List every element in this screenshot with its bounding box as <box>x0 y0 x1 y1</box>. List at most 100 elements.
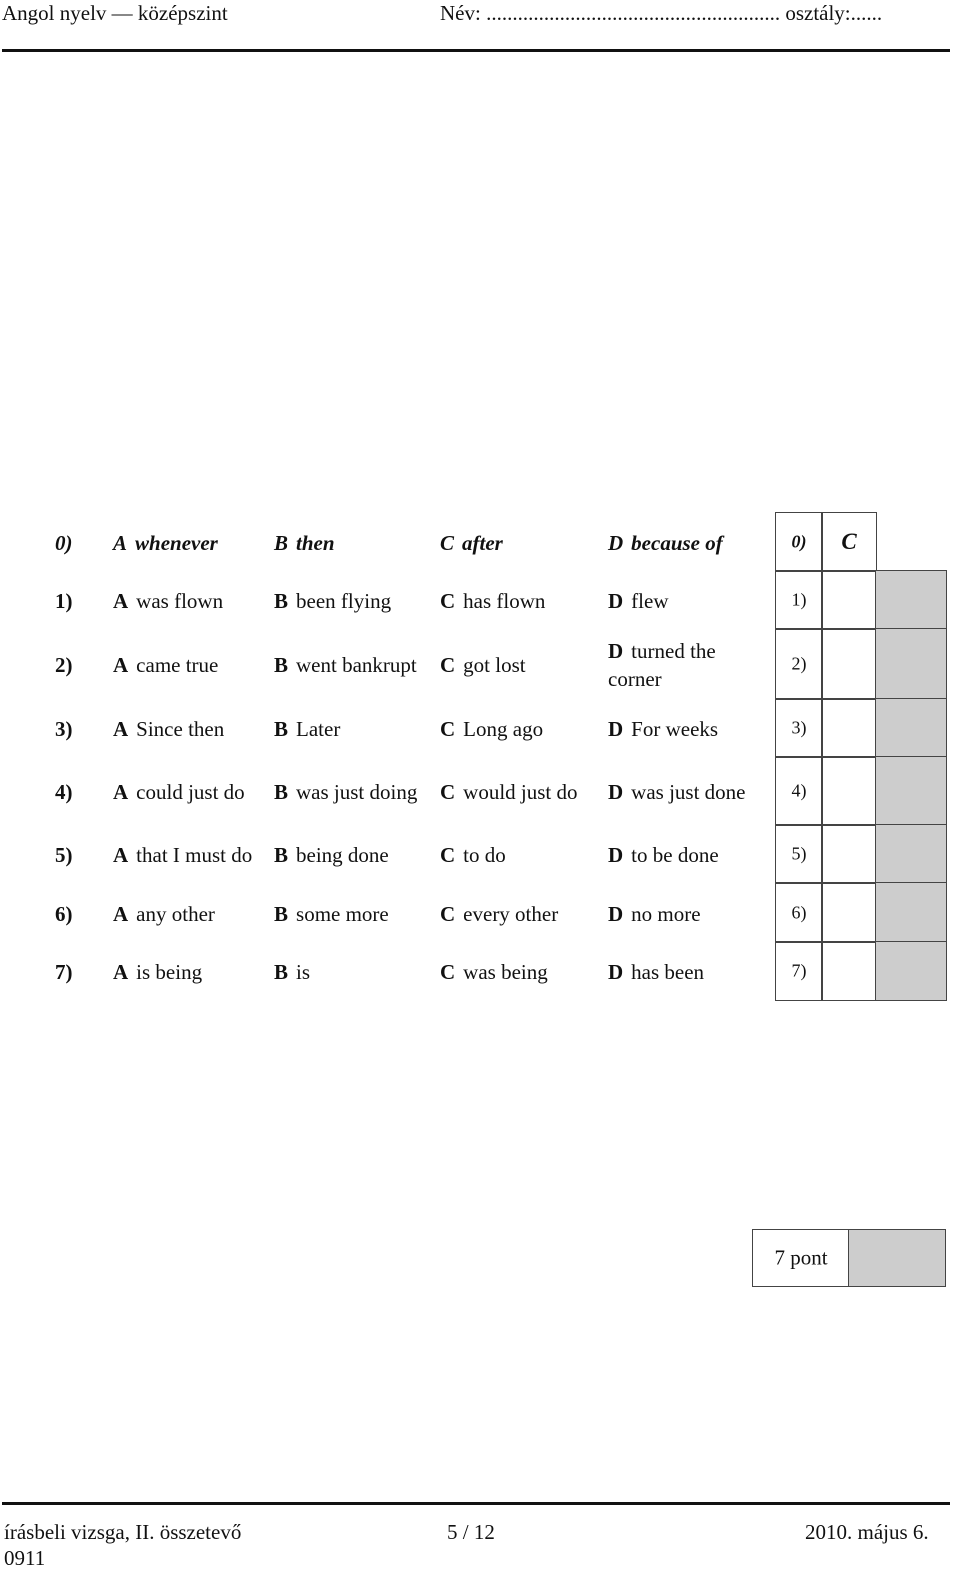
option-text: For weeks <box>631 717 719 741</box>
option-letter: B <box>274 531 289 555</box>
option-d: Dflew <box>608 587 768 615</box>
option-d: Dbecause of <box>608 529 768 557</box>
option-letter: B <box>274 653 289 677</box>
option-a: Ais being <box>113 958 263 986</box>
grid-label: 5) <box>791 843 807 864</box>
grid-label-cell: 3) <box>775 698 823 758</box>
option-b: Bbeen flying <box>274 587 434 615</box>
question-row: 6) Aany other Bsome more Cevery other Dno mo… <box>0 884 780 943</box>
option-text: Since then <box>136 717 225 741</box>
option-text: that I must do <box>136 843 253 867</box>
option-letter: A <box>113 653 129 677</box>
option-letter: B <box>274 780 289 804</box>
question-row: 3) A Since then B Later C Long ago D For weeks <box>0 700 780 758</box>
option-b: Bthen <box>274 529 434 557</box>
option-a: Awas flown <box>113 587 263 615</box>
option-c: Cgot lost <box>440 651 600 679</box>
grid-label: 4) <box>791 780 807 801</box>
exam-date: 2010. május 6. <box>805 1520 929 1544</box>
header-divider <box>2 49 950 52</box>
grader-cell <box>875 756 947 826</box>
option-text: some more <box>296 901 389 926</box>
option-letter: B <box>274 843 289 867</box>
option-d: D For weeks <box>608 715 768 743</box>
grid-label-cell: 4) <box>775 756 823 826</box>
option-b: Bbeing done <box>274 841 434 869</box>
option-b: Bis <box>274 958 434 986</box>
option-a: A Since then <box>113 715 263 743</box>
option-text: because of <box>631 531 723 555</box>
question-row: 5) Athat I must do Bbeing done Cto do Dto be… <box>0 826 780 884</box>
grid-label: 6) <box>791 902 807 922</box>
grid-label-cell: 5) <box>775 824 823 884</box>
answer-cell[interactable] <box>821 756 877 826</box>
option-letter: D <box>608 717 624 741</box>
answer-value: C <box>841 529 857 554</box>
option-a: Acould just do <box>113 778 263 806</box>
option-c: Cwould just do <box>440 778 600 806</box>
grid-label: 2) <box>791 653 807 674</box>
page-number: 5 / 12 <box>447 1520 495 1544</box>
option-text: been flying <box>296 589 392 613</box>
option-b: Bwent bankrupt <box>274 651 434 679</box>
answer-cell[interactable] <box>821 570 877 630</box>
subject-title: Angol nyelv — középszint <box>2 1 228 25</box>
option-c: C Long ago <box>440 715 600 743</box>
option-text: went bankrupt <box>296 653 417 677</box>
option-letter: B <box>274 589 289 613</box>
option-text: was just doing <box>296 780 418 804</box>
option-d: Dturned the corner <box>608 637 768 693</box>
grid-label-cell: 0) <box>775 512 823 572</box>
option-letter: D <box>608 901 624 926</box>
option-letter: A <box>113 531 128 555</box>
answer-cell[interactable] <box>821 941 877 1001</box>
option-text: is being <box>136 960 203 984</box>
option-letter: A <box>113 960 129 984</box>
question-number: 6) <box>55 901 73 926</box>
option-letter: A <box>113 717 129 741</box>
grid-label-cell: 2) <box>775 628 823 700</box>
grader-cell <box>875 628 947 700</box>
answer-cell[interactable] <box>821 698 877 758</box>
grader-cell <box>875 570 947 630</box>
option-letter: A <box>113 780 129 804</box>
option-a: Awhenever <box>113 529 263 557</box>
option-b: B Later <box>274 715 434 743</box>
option-text: was flown <box>136 589 224 613</box>
question-number: 7) <box>55 960 73 984</box>
score-label-cell: 7 pont <box>752 1229 850 1287</box>
option-d: Dno more <box>608 900 768 928</box>
option-text: came true <box>136 653 219 677</box>
option-text: flew <box>631 589 669 613</box>
answer-cell[interactable] <box>821 824 877 884</box>
grid-label: 7) <box>791 960 807 981</box>
answer-cell[interactable] <box>821 882 877 943</box>
option-text: has been <box>631 960 705 984</box>
option-b: Bwas just doing <box>274 778 434 806</box>
option-letter: D <box>608 960 624 984</box>
option-text: turned the corner <box>608 639 716 691</box>
option-text: being done <box>296 843 389 867</box>
grader-cell <box>875 824 947 884</box>
option-a: Athat I must do <box>113 841 263 869</box>
option-text: is <box>296 960 311 984</box>
score-value-cell[interactable] <box>848 1229 946 1287</box>
option-letter: C <box>440 780 456 804</box>
option-text: has flown <box>463 589 546 613</box>
question-row: 7) Ais being Bis Cwas being Dhas been <box>0 943 780 1001</box>
grid-label-cell: 7) <box>775 941 823 1001</box>
option-letter: A <box>113 843 129 867</box>
option-a: Aany other <box>113 900 263 928</box>
grid-label-cell: 1) <box>775 570 823 630</box>
option-letter: C <box>440 717 456 741</box>
question-number: 1) <box>55 589 73 613</box>
answer-cell[interactable] <box>821 628 877 700</box>
grid-label: 3) <box>791 717 807 738</box>
grader-cell <box>875 882 947 943</box>
name-class-field: Név: ...................................… <box>440 1 883 25</box>
question-number: 4) <box>55 780 73 804</box>
option-c: Cto do <box>440 841 600 869</box>
option-text: after <box>462 531 503 555</box>
grader-cell <box>875 698 947 758</box>
option-d: Dto be done <box>608 841 768 869</box>
